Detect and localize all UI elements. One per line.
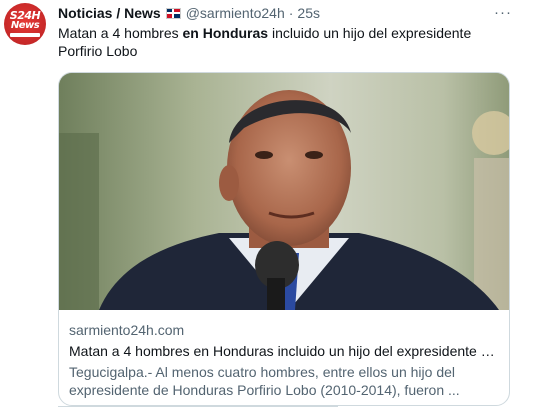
card-photo-illustration	[59, 73, 509, 310]
card-domain[interactable]: sarmiento24h.com	[69, 321, 501, 339]
divider	[58, 406, 338, 407]
timestamp[interactable]: 25s	[297, 5, 320, 21]
more-options-icon[interactable]: ···	[494, 4, 512, 21]
card-title[interactable]: Matan a 4 hombres en Honduras incluido u…	[69, 342, 501, 360]
avatar-logo-bar	[10, 33, 40, 37]
avatar[interactable]: S24H News	[4, 3, 46, 45]
dominican-republic-flag-icon	[165, 7, 181, 19]
tweet[interactable]: S24H News Noticias / News @sarmiento24h …	[0, 0, 549, 409]
card-meta: sarmiento24h.com Matan a 4 hombres en Ho…	[69, 321, 501, 399]
separator-dot: ·	[288, 5, 294, 21]
card-image[interactable]	[59, 73, 509, 310]
tweet-header: Noticias / News @sarmiento24h · 25s	[58, 4, 320, 22]
link-preview-card[interactable]: sarmiento24h.com Matan a 4 hombres en Ho…	[58, 72, 510, 406]
user-handle[interactable]: @sarmiento24h	[186, 5, 285, 21]
avatar-logo-bottom: News	[10, 20, 40, 31]
display-name[interactable]: Noticias / News	[58, 5, 161, 21]
tweet-text: Matan a 4 hombres en Honduras incluido u…	[58, 24, 498, 60]
card-description: Tegucigalpa.- Al menos cuatro hombres, e…	[69, 364, 460, 398]
tweet-text-before: Matan a 4 hombres	[58, 25, 183, 41]
tweet-text-bold: en Honduras	[182, 25, 269, 41]
